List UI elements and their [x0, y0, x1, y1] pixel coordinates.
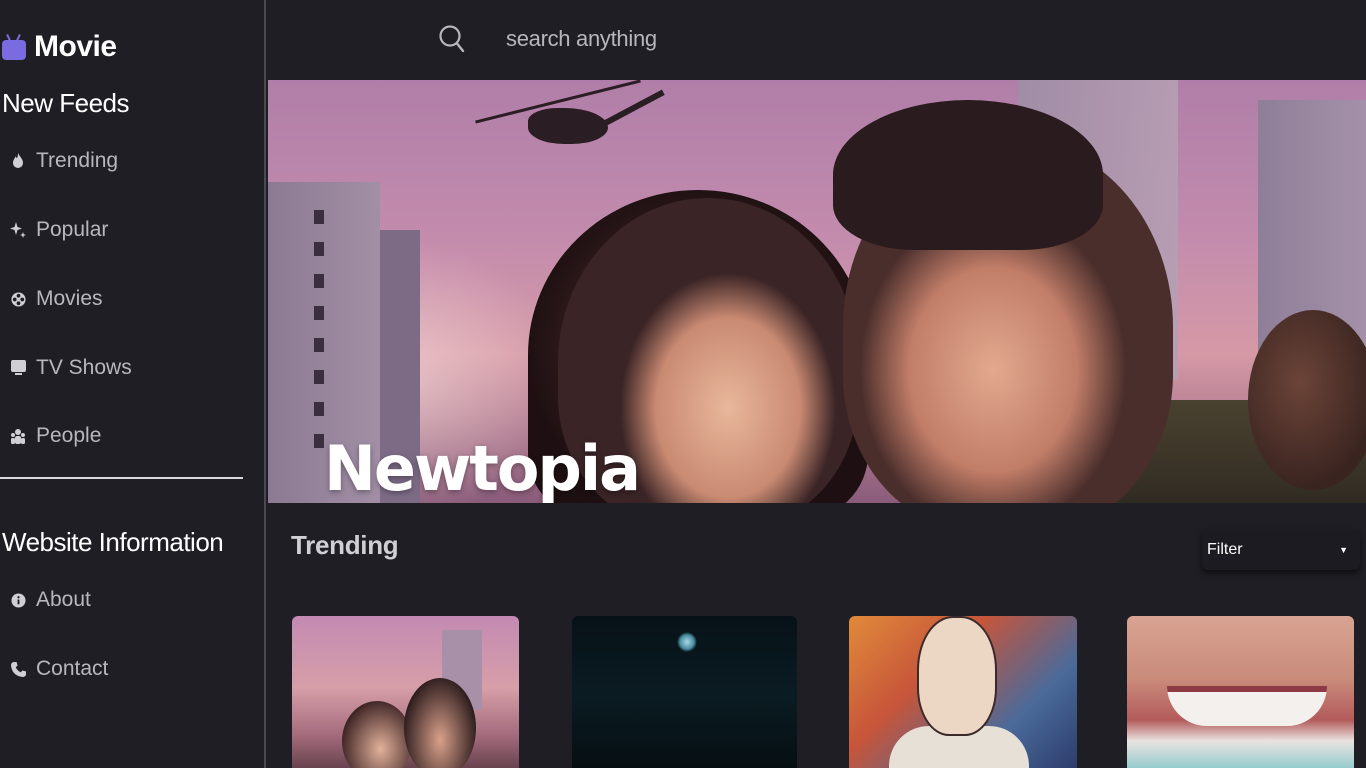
filter-dropdown[interactable]: Filter ▼ — [1202, 530, 1360, 570]
trending-card[interactable] — [572, 616, 797, 768]
info-icon — [10, 592, 26, 608]
trending-heading: Trending — [291, 530, 399, 560]
sidebar-item-movies[interactable]: Movies — [10, 287, 103, 311]
trending-card[interactable] — [849, 616, 1077, 768]
search-icon[interactable] — [438, 24, 466, 54]
sidebar-item-about[interactable]: About — [10, 588, 91, 612]
top-bar: search anything — [268, 0, 1366, 80]
people-icon — [10, 428, 26, 444]
sidebar-item-contact[interactable]: Contact — [10, 657, 108, 681]
filter-label: Filter — [1207, 541, 1243, 558]
sidebar-item-label: Contact — [36, 657, 109, 680]
new-feeds-heading: New Feeds — [2, 88, 130, 118]
sidebar-item-popular[interactable]: Popular — [10, 218, 108, 242]
tv-icon — [10, 360, 26, 376]
fire-icon — [10, 153, 26, 169]
logo-text: Movie — [34, 30, 117, 63]
sidebar-item-label: Popular — [36, 218, 109, 241]
hero-artwork-hand — [1248, 310, 1366, 490]
logo[interactable]: Movie — [2, 30, 117, 64]
sidebar: Movie New Feeds Trending Popular Movies … — [0, 0, 266, 768]
website-information-heading: Website Information — [2, 527, 224, 557]
sidebar-item-label: Movies — [36, 287, 103, 310]
trending-card[interactable] — [1127, 616, 1354, 768]
sidebar-divider — [0, 477, 243, 479]
sidebar-item-label: Trending — [36, 149, 119, 172]
hero-banner[interactable]: Newtopia — [268, 80, 1366, 503]
phone-icon — [10, 661, 26, 677]
hero-artwork-helicopter — [591, 89, 665, 133]
film-reel-icon — [10, 291, 26, 307]
search-input[interactable]: search anything — [506, 26, 657, 52]
caret-down-icon: ▼ — [1339, 545, 1348, 555]
sidebar-item-label: About — [36, 588, 91, 611]
trending-card[interactable] — [292, 616, 519, 768]
sidebar-item-tv-shows[interactable]: TV Shows — [10, 356, 132, 380]
sidebar-item-people[interactable]: People — [10, 424, 101, 448]
tv-logo-icon — [2, 33, 26, 60]
sidebar-item-trending[interactable]: Trending — [10, 149, 118, 173]
hero-title: Newtopia — [324, 432, 641, 503]
hero-artwork-person — [833, 100, 1103, 250]
sidebar-item-label: People — [36, 424, 102, 447]
sidebar-item-label: TV Shows — [36, 356, 132, 379]
sparkle-icon — [10, 222, 26, 238]
